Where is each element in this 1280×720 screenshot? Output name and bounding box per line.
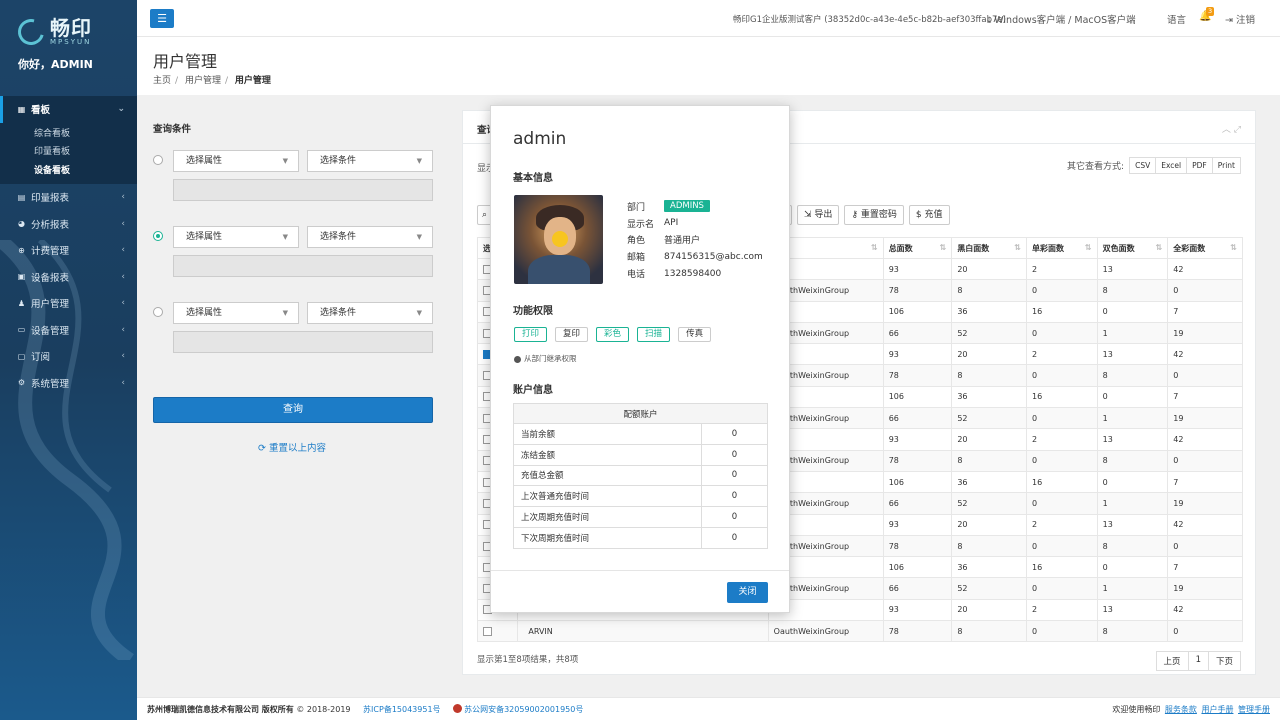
account-row: 充值总金额 0 bbox=[513, 464, 768, 487]
account-key: 上次普通充值时间 bbox=[513, 485, 702, 508]
account-value: 0 bbox=[701, 423, 768, 445]
info-key: 显示名 bbox=[627, 219, 655, 230]
department-badge: ADMINS bbox=[664, 200, 710, 213]
account-key: 当前余额 bbox=[513, 423, 702, 445]
account-row: 上次周期充值时间 0 bbox=[513, 506, 768, 528]
account-value: 0 bbox=[701, 464, 768, 487]
user-detail-modal: admin 基本信息 部门 ADMINS 显示名 API 角色 普通用户邮箱 8741563… bbox=[490, 105, 790, 613]
modal-title: admin bbox=[513, 129, 567, 149]
info-row: 邮箱 874156315@abc.com bbox=[627, 248, 763, 265]
account-key: 下次周期充值时间 bbox=[513, 526, 702, 549]
info-row: 显示名 API bbox=[627, 215, 763, 232]
account-key: 充值总金额 bbox=[513, 464, 702, 487]
permissions-heading: 功能权限 bbox=[513, 306, 553, 317]
permission-tags: 打印 复印 彩色 扫描 传真 bbox=[514, 327, 719, 342]
inherit-note: 从部门继承权限 bbox=[514, 353, 577, 364]
permission-tag: 彩色 bbox=[596, 327, 630, 342]
info-value: 874156315@abc.com bbox=[664, 251, 763, 262]
account-row: 下次周期充值时间 0 bbox=[513, 526, 768, 549]
info-value: 普通用户 bbox=[664, 236, 701, 247]
info-row: 角色 普通用户 bbox=[627, 232, 763, 249]
account-row: 冻结金额 0 bbox=[513, 443, 768, 466]
account-value: 0 bbox=[701, 443, 768, 466]
basic-info-heading: 基本信息 bbox=[513, 173, 553, 184]
info-key: 角色 bbox=[627, 236, 646, 247]
permission-tag: 扫描 bbox=[637, 327, 671, 342]
permission-tag: 复印 bbox=[555, 327, 589, 342]
info-key: 电话 bbox=[627, 270, 646, 281]
account-row: 上次普通充值时间 0 bbox=[513, 485, 768, 508]
avatar bbox=[514, 195, 603, 284]
account-value: 0 bbox=[701, 506, 768, 528]
account-table: 配额账户 当前余额 0 冻结金额 0 充值总金额 0 上次普通充值时间 0 上次周期充值时间 0 下… bbox=[513, 403, 768, 549]
close-button[interactable]: 关闭 bbox=[727, 582, 768, 603]
basic-info: 部门 ADMINS 显示名 API 角色 普通用户邮箱 874156315@abc.com 电… bbox=[627, 198, 763, 282]
info-value: API bbox=[664, 218, 679, 229]
info-value: 1328598400 bbox=[664, 268, 722, 279]
account-value: 0 bbox=[701, 526, 768, 549]
account-heading: 账户信息 bbox=[513, 385, 553, 396]
permission-tag: 打印 bbox=[514, 327, 548, 342]
account-key: 冻结金额 bbox=[513, 443, 702, 466]
account-value: 0 bbox=[701, 485, 768, 508]
account-key: 上次周期充值时间 bbox=[513, 506, 702, 528]
check-circle-icon bbox=[514, 355, 521, 363]
info-row: 电话 1328598400 bbox=[627, 265, 763, 282]
info-key: 部门 bbox=[627, 202, 646, 213]
info-key: 邮箱 bbox=[627, 253, 646, 264]
permission-tag: 传真 bbox=[678, 327, 712, 342]
account-row: 当前余额 0 bbox=[513, 423, 768, 445]
account-table-header: 配额账户 bbox=[513, 403, 768, 424]
info-row: 部门 ADMINS bbox=[627, 198, 763, 215]
